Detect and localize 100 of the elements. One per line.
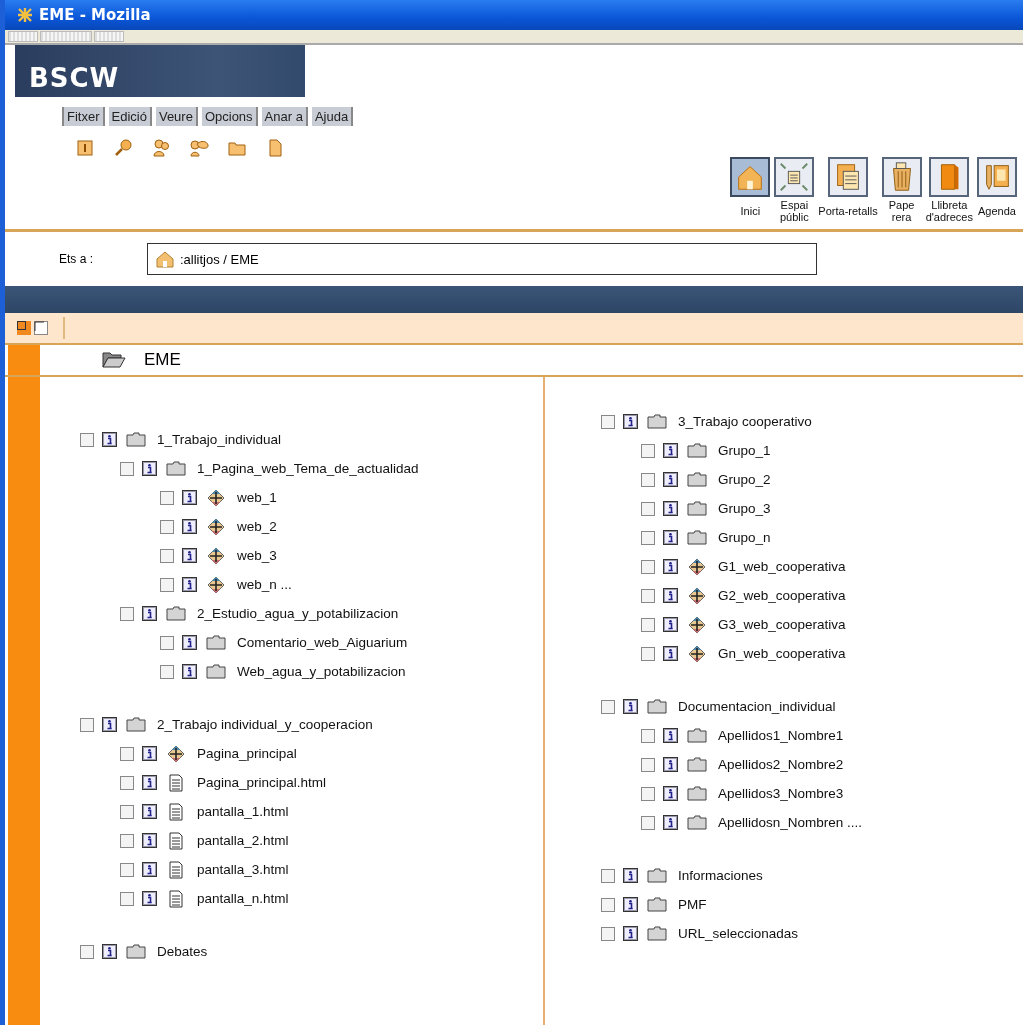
checkbox[interactable] bbox=[120, 746, 134, 761]
menu-item[interactable]: Ajuda bbox=[311, 107, 354, 126]
info-icon[interactable] bbox=[663, 530, 678, 545]
checkbox[interactable] bbox=[120, 862, 134, 877]
checkbox[interactable] bbox=[601, 926, 615, 941]
checkbox[interactable] bbox=[120, 804, 134, 819]
folder-name[interactable]: 2_Trabajo individual_y_cooperacion bbox=[157, 717, 373, 732]
folder-name[interactable]: Apellidos1_Nombre1 bbox=[718, 728, 844, 743]
checkbox[interactable] bbox=[641, 559, 655, 574]
info-icon[interactable] bbox=[142, 833, 157, 848]
info-icon[interactable] bbox=[623, 868, 638, 883]
checkbox[interactable] bbox=[80, 717, 94, 732]
checkbox[interactable] bbox=[160, 548, 174, 563]
folder-name[interactable]: Grupo_3 bbox=[718, 501, 771, 516]
file-name[interactable]: pantalla_1.html bbox=[197, 804, 289, 819]
checkbox[interactable] bbox=[160, 577, 174, 592]
file-name[interactable]: G2_web_cooperativa bbox=[718, 588, 846, 603]
location-field[interactable]: :allitjos / EME bbox=[147, 243, 817, 275]
info-icon[interactable] bbox=[102, 717, 117, 732]
file-name[interactable]: pantalla_2.html bbox=[197, 833, 289, 848]
file-name[interactable]: Pagina_principal.html bbox=[197, 775, 327, 790]
info-icon[interactable] bbox=[75, 138, 95, 158]
info-icon[interactable] bbox=[142, 606, 157, 621]
checkbox[interactable] bbox=[641, 728, 655, 743]
info-icon[interactable] bbox=[182, 577, 197, 592]
info-icon[interactable] bbox=[663, 588, 678, 603]
checkbox[interactable] bbox=[641, 815, 655, 830]
checkbox[interactable] bbox=[641, 530, 655, 545]
info-icon[interactable] bbox=[142, 891, 157, 906]
checkbox[interactable] bbox=[120, 606, 134, 621]
checkbox[interactable] bbox=[120, 775, 134, 790]
checkbox[interactable] bbox=[160, 519, 174, 534]
checkbox[interactable] bbox=[641, 646, 655, 661]
checkbox[interactable] bbox=[160, 664, 174, 679]
info-icon[interactable] bbox=[663, 646, 678, 661]
info-icon[interactable] bbox=[142, 461, 157, 476]
info-icon[interactable] bbox=[182, 519, 197, 534]
folder-name[interactable]: Apellidos2_Nombre2 bbox=[718, 757, 844, 772]
nav-button[interactable]: Porta-retalls bbox=[818, 157, 878, 223]
info-icon[interactable] bbox=[663, 501, 678, 516]
folder-name[interactable]: Apellidos3_Nombre3 bbox=[718, 786, 844, 801]
info-icon[interactable] bbox=[142, 862, 157, 877]
menu-item[interactable]: Fitxer bbox=[64, 107, 105, 126]
people-icon[interactable] bbox=[151, 138, 171, 158]
folder-name[interactable]: Web_agua_y_potabilizacion bbox=[237, 664, 406, 679]
info-icon[interactable] bbox=[182, 548, 197, 563]
folder-name[interactable]: Apellidosn_Nombren .... bbox=[718, 815, 863, 830]
folder-name[interactable]: 3_Trabajo cooperativo bbox=[678, 414, 812, 429]
file-name[interactable]: pantalla_3.html bbox=[197, 862, 289, 877]
select-all-icon[interactable] bbox=[17, 321, 31, 335]
menu-item[interactable]: Opcions bbox=[201, 107, 258, 126]
checkbox[interactable] bbox=[641, 443, 655, 458]
checkbox[interactable] bbox=[601, 699, 615, 714]
folder-name[interactable]: 2_Estudio_agua_y_potabilizacion bbox=[197, 606, 399, 621]
info-icon[interactable] bbox=[623, 926, 638, 941]
file-name[interactable]: web_n ... bbox=[237, 577, 292, 592]
folder-name[interactable]: Comentario_web_Aiguarium bbox=[237, 635, 408, 650]
info-icon[interactable] bbox=[663, 472, 678, 487]
info-icon[interactable] bbox=[182, 664, 197, 679]
key-icon[interactable] bbox=[113, 138, 133, 158]
file-name[interactable]: web_1 bbox=[237, 490, 277, 505]
checkbox[interactable] bbox=[160, 490, 174, 505]
info-icon[interactable] bbox=[623, 897, 638, 912]
info-icon[interactable] bbox=[663, 786, 678, 801]
file-name[interactable]: web_3 bbox=[237, 548, 277, 563]
info-icon[interactable] bbox=[663, 815, 678, 830]
menu-item[interactable]: Veure bbox=[155, 107, 198, 126]
group-icon[interactable] bbox=[189, 138, 209, 158]
folder-name[interactable]: 1_Trabajo_individual bbox=[157, 432, 282, 447]
deselect-icon[interactable] bbox=[34, 321, 48, 335]
folder-name[interactable]: Grupo_n bbox=[718, 530, 771, 545]
info-icon[interactable] bbox=[663, 728, 678, 743]
folder-name[interactable]: URL_seleccionadas bbox=[678, 926, 799, 941]
info-icon[interactable] bbox=[623, 414, 638, 429]
folder-name[interactable]: Documentacion_individual bbox=[678, 699, 836, 714]
checkbox[interactable] bbox=[641, 786, 655, 801]
info-icon[interactable] bbox=[142, 804, 157, 819]
checkbox[interactable] bbox=[601, 414, 615, 429]
folder-name[interactable]: Informaciones bbox=[678, 868, 763, 883]
checkbox[interactable] bbox=[641, 588, 655, 603]
checkbox[interactable] bbox=[601, 897, 615, 912]
info-icon[interactable] bbox=[663, 617, 678, 632]
info-icon[interactable] bbox=[142, 775, 157, 790]
checkbox[interactable] bbox=[80, 432, 94, 447]
menu-item[interactable]: Edició bbox=[108, 107, 152, 126]
info-icon[interactable] bbox=[102, 432, 117, 447]
folder-name[interactable]: Grupo_1 bbox=[718, 443, 771, 458]
checkbox[interactable] bbox=[160, 635, 174, 650]
file-name[interactable]: Pagina_principal bbox=[197, 746, 297, 761]
folder-name[interactable]: PMF bbox=[678, 897, 707, 912]
menu-item[interactable]: Anar a bbox=[261, 107, 308, 126]
info-icon[interactable] bbox=[663, 757, 678, 772]
info-icon[interactable] bbox=[142, 746, 157, 761]
file-name[interactable]: web_2 bbox=[237, 519, 277, 534]
checkbox[interactable] bbox=[641, 501, 655, 516]
info-icon[interactable] bbox=[182, 490, 197, 505]
checkbox[interactable] bbox=[641, 757, 655, 772]
checkbox[interactable] bbox=[120, 891, 134, 906]
folder-name[interactable]: Grupo_2 bbox=[718, 472, 771, 487]
file-name[interactable]: Gn_web_cooperativa bbox=[718, 646, 846, 661]
